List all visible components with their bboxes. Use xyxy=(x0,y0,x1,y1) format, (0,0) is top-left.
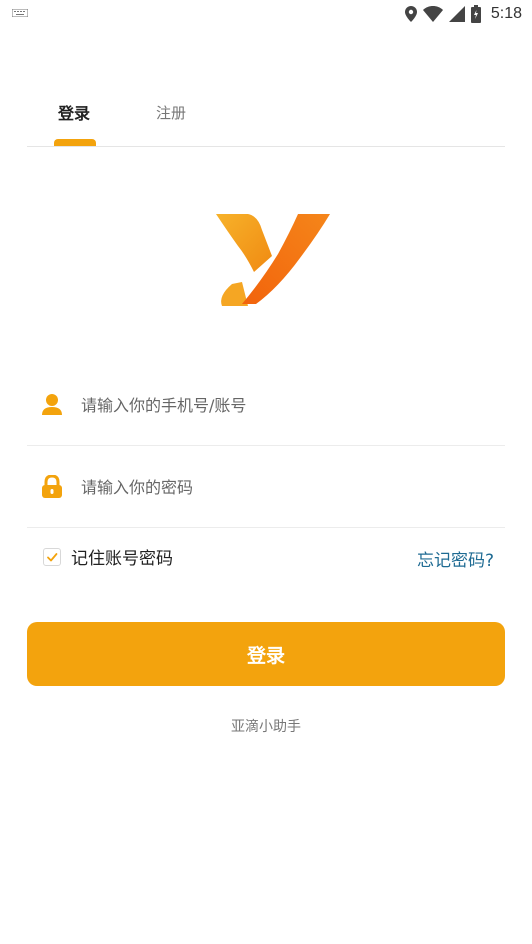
forgot-password-link[interactable]: 忘记密码? xyxy=(417,546,494,571)
remember-label: 记住账号密码 xyxy=(71,549,173,569)
login-button[interactable]: 登录 xyxy=(27,622,505,686)
app-name-footer: 亚滴小助手 xyxy=(231,719,301,735)
tab-divider xyxy=(27,146,505,147)
app-logo xyxy=(216,214,330,306)
wifi-icon xyxy=(422,6,443,22)
status-bar: 5:18 xyxy=(0,0,532,28)
account-input[interactable] xyxy=(81,391,481,419)
tab-login[interactable]: 登录 xyxy=(58,100,90,124)
lock-icon xyxy=(42,475,62,498)
field-divider xyxy=(27,445,505,446)
password-input[interactable] xyxy=(81,473,481,501)
remember-checkbox[interactable] xyxy=(43,547,61,566)
tab-register[interactable]: 注册 xyxy=(156,102,186,123)
signal-icon xyxy=(448,6,465,22)
keyboard-icon xyxy=(12,9,28,17)
user-icon xyxy=(42,394,62,415)
checkmark-icon xyxy=(47,552,58,561)
password-field xyxy=(27,447,505,527)
status-time: 5:18 xyxy=(490,5,522,22)
location-icon xyxy=(404,6,417,22)
account-field xyxy=(27,365,505,445)
field-divider xyxy=(27,527,505,528)
remember-password-toggle[interactable]: 记住账号密码 xyxy=(43,544,173,569)
battery-icon xyxy=(470,5,481,23)
